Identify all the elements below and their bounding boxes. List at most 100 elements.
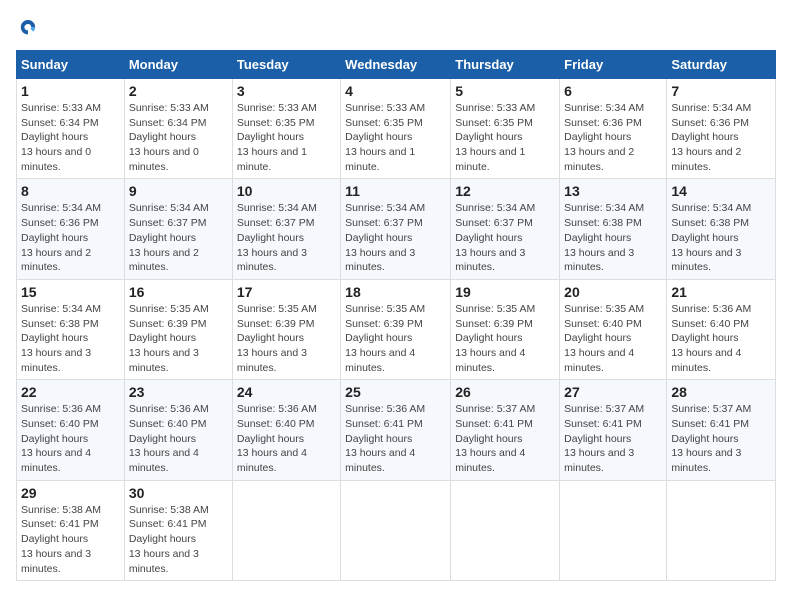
day-number: 26 — [455, 384, 555, 400]
calendar-cell: 29 Sunrise: 5:38 AM Sunset: 6:41 PM Dayl… — [17, 480, 125, 580]
calendar-cell: 10 Sunrise: 5:34 AM Sunset: 6:37 PM Dayl… — [232, 179, 340, 279]
calendar-cell: 27 Sunrise: 5:37 AM Sunset: 6:41 PM Dayl… — [560, 380, 667, 480]
day-number: 28 — [671, 384, 771, 400]
day-info: Sunrise: 5:37 AM Sunset: 6:41 PM Dayligh… — [455, 402, 555, 475]
calendar-cell: 23 Sunrise: 5:36 AM Sunset: 6:40 PM Dayl… — [124, 380, 232, 480]
calendar-cell: 5 Sunrise: 5:33 AM Sunset: 6:35 PM Dayli… — [451, 79, 560, 179]
day-number: 10 — [237, 183, 336, 199]
day-number: 23 — [129, 384, 228, 400]
weekday-header-monday: Monday — [124, 51, 232, 79]
day-info: Sunrise: 5:33 AM Sunset: 6:34 PM Dayligh… — [21, 101, 120, 174]
day-number: 27 — [564, 384, 662, 400]
day-info: Sunrise: 5:35 AM Sunset: 6:39 PM Dayligh… — [237, 302, 336, 375]
day-info: Sunrise: 5:37 AM Sunset: 6:41 PM Dayligh… — [564, 402, 662, 475]
day-number: 2 — [129, 83, 228, 99]
weekday-header-thursday: Thursday — [451, 51, 560, 79]
calendar-cell: 11 Sunrise: 5:34 AM Sunset: 6:37 PM Dayl… — [341, 179, 451, 279]
calendar-cell: 20 Sunrise: 5:35 AM Sunset: 6:40 PM Dayl… — [560, 279, 667, 379]
day-info: Sunrise: 5:38 AM Sunset: 6:41 PM Dayligh… — [21, 503, 120, 576]
day-number: 6 — [564, 83, 662, 99]
week-row-4: 22 Sunrise: 5:36 AM Sunset: 6:40 PM Dayl… — [17, 380, 776, 480]
day-number: 21 — [671, 284, 771, 300]
calendar-cell — [560, 480, 667, 580]
day-info: Sunrise: 5:34 AM Sunset: 6:38 PM Dayligh… — [671, 201, 771, 274]
calendar-cell: 4 Sunrise: 5:33 AM Sunset: 6:35 PM Dayli… — [341, 79, 451, 179]
calendar-cell: 2 Sunrise: 5:33 AM Sunset: 6:34 PM Dayli… — [124, 79, 232, 179]
day-number: 15 — [21, 284, 120, 300]
day-number: 11 — [345, 183, 446, 199]
weekday-header-saturday: Saturday — [667, 51, 776, 79]
calendar-cell — [341, 480, 451, 580]
day-number: 20 — [564, 284, 662, 300]
calendar-cell: 12 Sunrise: 5:34 AM Sunset: 6:37 PM Dayl… — [451, 179, 560, 279]
day-number: 8 — [21, 183, 120, 199]
day-info: Sunrise: 5:37 AM Sunset: 6:41 PM Dayligh… — [671, 402, 771, 475]
calendar-cell: 6 Sunrise: 5:34 AM Sunset: 6:36 PM Dayli… — [560, 79, 667, 179]
weekday-header-friday: Friday — [560, 51, 667, 79]
day-info: Sunrise: 5:34 AM Sunset: 6:36 PM Dayligh… — [671, 101, 771, 174]
calendar-cell — [451, 480, 560, 580]
calendar-cell: 25 Sunrise: 5:36 AM Sunset: 6:41 PM Dayl… — [341, 380, 451, 480]
calendar-cell: 9 Sunrise: 5:34 AM Sunset: 6:37 PM Dayli… — [124, 179, 232, 279]
calendar-cell: 30 Sunrise: 5:38 AM Sunset: 6:41 PM Dayl… — [124, 480, 232, 580]
day-number: 24 — [237, 384, 336, 400]
day-info: Sunrise: 5:34 AM Sunset: 6:38 PM Dayligh… — [21, 302, 120, 375]
day-info: Sunrise: 5:34 AM Sunset: 6:38 PM Dayligh… — [564, 201, 662, 274]
weekday-header-row: SundayMondayTuesdayWednesdayThursdayFrid… — [17, 51, 776, 79]
calendar-cell: 16 Sunrise: 5:35 AM Sunset: 6:39 PM Dayl… — [124, 279, 232, 379]
day-info: Sunrise: 5:33 AM Sunset: 6:34 PM Dayligh… — [129, 101, 228, 174]
day-number: 7 — [671, 83, 771, 99]
week-row-2: 8 Sunrise: 5:34 AM Sunset: 6:36 PM Dayli… — [17, 179, 776, 279]
day-info: Sunrise: 5:38 AM Sunset: 6:41 PM Dayligh… — [129, 503, 228, 576]
header — [16, 16, 776, 40]
day-info: Sunrise: 5:36 AM Sunset: 6:40 PM Dayligh… — [237, 402, 336, 475]
calendar-cell: 18 Sunrise: 5:35 AM Sunset: 6:39 PM Dayl… — [341, 279, 451, 379]
day-info: Sunrise: 5:34 AM Sunset: 6:37 PM Dayligh… — [345, 201, 446, 274]
calendar-cell: 14 Sunrise: 5:34 AM Sunset: 6:38 PM Dayl… — [667, 179, 776, 279]
weekday-header-tuesday: Tuesday — [232, 51, 340, 79]
logo — [16, 16, 44, 40]
day-number: 29 — [21, 485, 120, 501]
day-info: Sunrise: 5:33 AM Sunset: 6:35 PM Dayligh… — [345, 101, 446, 174]
day-info: Sunrise: 5:33 AM Sunset: 6:35 PM Dayligh… — [455, 101, 555, 174]
day-info: Sunrise: 5:34 AM Sunset: 6:37 PM Dayligh… — [455, 201, 555, 274]
day-number: 19 — [455, 284, 555, 300]
day-info: Sunrise: 5:36 AM Sunset: 6:40 PM Dayligh… — [129, 402, 228, 475]
calendar-table: SundayMondayTuesdayWednesdayThursdayFrid… — [16, 50, 776, 581]
day-info: Sunrise: 5:34 AM Sunset: 6:36 PM Dayligh… — [21, 201, 120, 274]
day-info: Sunrise: 5:36 AM Sunset: 6:40 PM Dayligh… — [21, 402, 120, 475]
day-info: Sunrise: 5:34 AM Sunset: 6:36 PM Dayligh… — [564, 101, 662, 174]
day-number: 12 — [455, 183, 555, 199]
day-info: Sunrise: 5:36 AM Sunset: 6:41 PM Dayligh… — [345, 402, 446, 475]
calendar-cell: 3 Sunrise: 5:33 AM Sunset: 6:35 PM Dayli… — [232, 79, 340, 179]
day-number: 17 — [237, 284, 336, 300]
day-info: Sunrise: 5:35 AM Sunset: 6:40 PM Dayligh… — [564, 302, 662, 375]
calendar-cell: 26 Sunrise: 5:37 AM Sunset: 6:41 PM Dayl… — [451, 380, 560, 480]
day-info: Sunrise: 5:35 AM Sunset: 6:39 PM Dayligh… — [345, 302, 446, 375]
day-info: Sunrise: 5:34 AM Sunset: 6:37 PM Dayligh… — [237, 201, 336, 274]
calendar-cell: 1 Sunrise: 5:33 AM Sunset: 6:34 PM Dayli… — [17, 79, 125, 179]
calendar-cell — [232, 480, 340, 580]
calendar-cell: 28 Sunrise: 5:37 AM Sunset: 6:41 PM Dayl… — [667, 380, 776, 480]
day-number: 13 — [564, 183, 662, 199]
day-info: Sunrise: 5:34 AM Sunset: 6:37 PM Dayligh… — [129, 201, 228, 274]
day-number: 9 — [129, 183, 228, 199]
calendar-cell: 19 Sunrise: 5:35 AM Sunset: 6:39 PM Dayl… — [451, 279, 560, 379]
day-number: 1 — [21, 83, 120, 99]
day-number: 16 — [129, 284, 228, 300]
calendar-cell: 15 Sunrise: 5:34 AM Sunset: 6:38 PM Dayl… — [17, 279, 125, 379]
day-info: Sunrise: 5:35 AM Sunset: 6:39 PM Dayligh… — [129, 302, 228, 375]
day-number: 3 — [237, 83, 336, 99]
day-info: Sunrise: 5:35 AM Sunset: 6:39 PM Dayligh… — [455, 302, 555, 375]
week-row-1: 1 Sunrise: 5:33 AM Sunset: 6:34 PM Dayli… — [17, 79, 776, 179]
calendar-cell: 24 Sunrise: 5:36 AM Sunset: 6:40 PM Dayl… — [232, 380, 340, 480]
weekday-header-wednesday: Wednesday — [341, 51, 451, 79]
logo-icon — [16, 16, 40, 40]
day-number: 18 — [345, 284, 446, 300]
day-number: 22 — [21, 384, 120, 400]
calendar-cell: 8 Sunrise: 5:34 AM Sunset: 6:36 PM Dayli… — [17, 179, 125, 279]
weekday-header-sunday: Sunday — [17, 51, 125, 79]
day-number: 5 — [455, 83, 555, 99]
day-number: 30 — [129, 485, 228, 501]
day-number: 14 — [671, 183, 771, 199]
